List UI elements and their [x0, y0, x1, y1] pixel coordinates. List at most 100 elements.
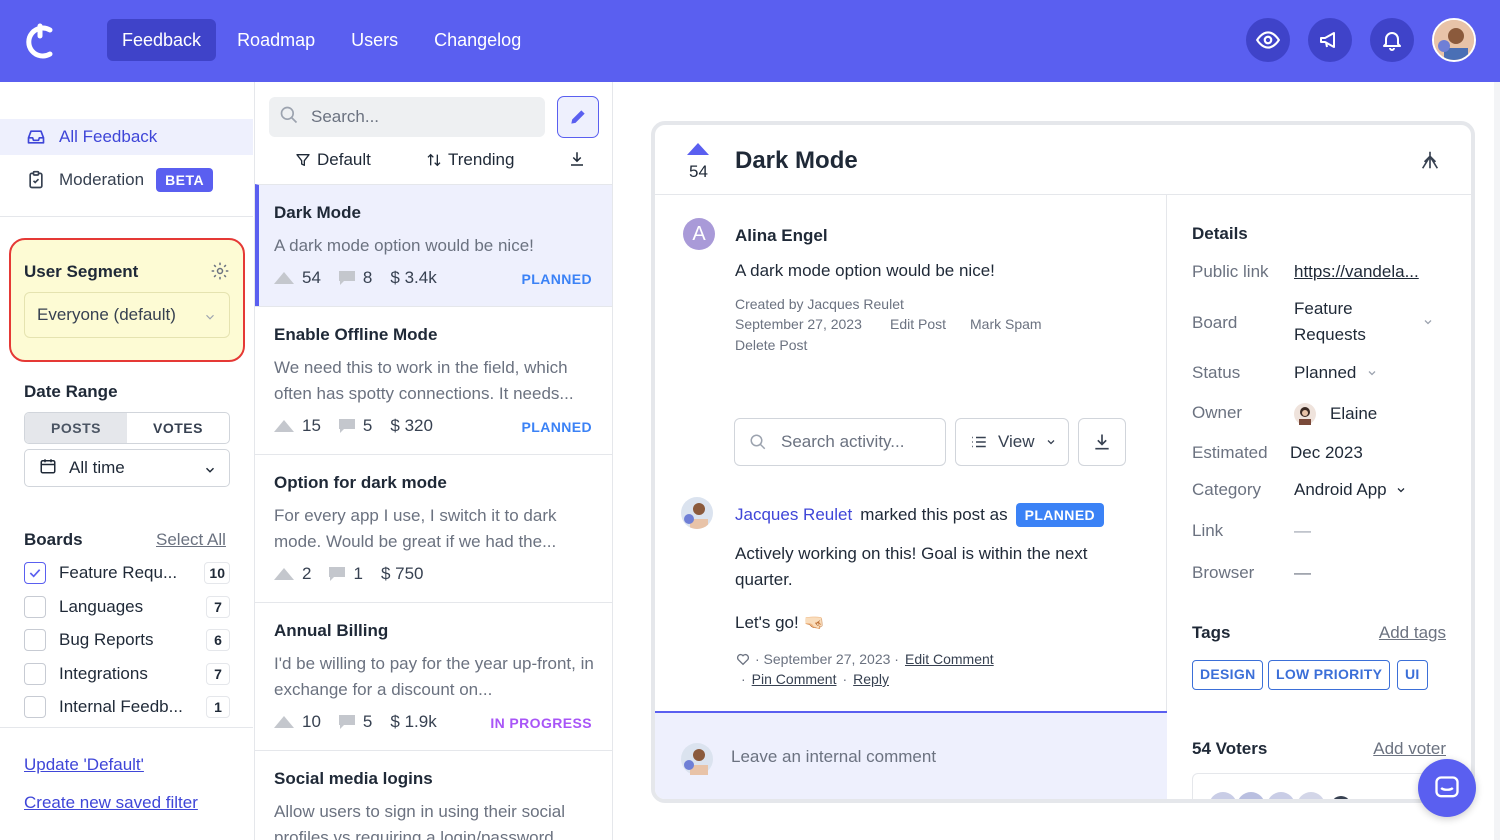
toggle-votes[interactable]: VOTES	[127, 413, 229, 443]
post-title: Dark Mode	[274, 203, 361, 222]
comments: 5	[338, 416, 372, 436]
search-activity-input[interactable]: Search activity...	[734, 418, 946, 466]
filter-default-button[interactable]: Default	[295, 150, 371, 170]
tag-ui[interactable]: UI	[1397, 660, 1428, 690]
post-list-item[interactable]: Option for dark mode For every app I use…	[255, 454, 612, 602]
search-input[interactable]: Search...	[269, 97, 545, 137]
select-all-link[interactable]: Select All	[156, 530, 226, 550]
created-by: Created by Jacques Reulet	[735, 296, 904, 312]
public-link-value[interactable]: https://vandela...	[1294, 262, 1419, 282]
voter-avatars	[1210, 792, 1349, 799]
board-filter-item[interactable]: Integrations 7	[24, 661, 230, 687]
board-filter-item[interactable]: Feature Requ... 10	[24, 560, 230, 586]
user-segment-select[interactable]: Everyone (default)	[24, 292, 230, 338]
export-button[interactable]	[568, 150, 586, 173]
board-filter-item[interactable]: Internal Feedb... 1	[24, 694, 230, 720]
board-value-line1: Feature	[1294, 299, 1353, 318]
voters-title: 54 Voters	[1192, 739, 1268, 758]
upvote-triangle-icon	[274, 716, 294, 728]
toggle-posts[interactable]: POSTS	[25, 413, 127, 443]
tag-low-priority[interactable]: LOW PRIORITY	[1268, 660, 1391, 690]
post-title: Annual Billing	[274, 621, 389, 640]
sidebar-item-all-feedback[interactable]: All Feedback	[0, 119, 253, 155]
filter-label: Default	[317, 150, 371, 169]
sort-label: Trending	[448, 150, 515, 169]
checkbox[interactable]	[24, 596, 46, 618]
sidebar-item-moderation[interactable]: Moderation BETA	[0, 162, 253, 198]
scrollbar[interactable]	[1494, 82, 1500, 840]
heart-icon[interactable]	[735, 651, 751, 667]
sort-trending-button[interactable]: Trending	[426, 150, 514, 170]
boards-title: Boards	[24, 530, 83, 549]
board-filter-item[interactable]: Bug Reports 6	[24, 627, 230, 653]
update-default-link[interactable]: Update 'Default'	[24, 755, 144, 775]
checkbox[interactable]	[24, 663, 46, 685]
chevron-down-icon	[1047, 440, 1054, 445]
detail-label: Board	[1192, 313, 1238, 332]
activity-entry: Jacques Reulet marked this post as PLANN…	[735, 503, 1105, 527]
merge-icon[interactable]	[1419, 149, 1441, 176]
tag-design[interactable]: DESIGN	[1192, 660, 1264, 690]
filter-icon	[296, 154, 310, 166]
post-body: A Alina Engel A dark mode option would b…	[655, 195, 1167, 799]
reply-link[interactable]: Reply	[853, 671, 889, 687]
add-voter-link[interactable]: Add voter	[1373, 739, 1446, 759]
voters-list[interactable]	[1192, 773, 1444, 799]
download-activity-button[interactable]	[1078, 418, 1126, 466]
edit-comment-link[interactable]: Edit Comment	[905, 651, 994, 667]
view-dropdown-button[interactable]: View	[955, 418, 1069, 466]
post-description: A dark mode option would be nice!	[274, 236, 534, 255]
owner-value: Elaine	[1294, 403, 1377, 425]
upvote-triangle-icon	[274, 568, 294, 580]
post-list-item[interactable]: Social media logins Allow users to sign …	[255, 750, 612, 840]
list-icon	[972, 436, 986, 448]
edit-post-link[interactable]: Edit Post	[890, 316, 946, 332]
browser-value: —	[1294, 563, 1311, 582]
detail-label: Link	[1192, 521, 1224, 540]
upvote-button[interactable]	[687, 142, 709, 160]
canny-logo-icon[interactable]	[24, 22, 60, 62]
nav-users[interactable]: Users	[336, 19, 413, 61]
nav-feedback[interactable]: Feedback	[107, 19, 217, 61]
upvote-triangle-icon	[274, 420, 294, 432]
detail-label: Owner	[1192, 403, 1243, 422]
chevron-down-icon	[203, 462, 217, 482]
checkbox[interactable]	[24, 696, 46, 718]
sort-arrows-icon	[427, 153, 441, 167]
activity-user-link[interactable]: Jacques Reulet	[735, 505, 852, 525]
search-icon	[750, 434, 766, 450]
post-list-item[interactable]: Dark Mode A dark mode option would be ni…	[255, 184, 612, 306]
internal-comment-box[interactable]: Leave an internal comment	[655, 711, 1167, 799]
date-range-value: All time	[69, 458, 125, 477]
add-tags-link[interactable]: Add tags	[1379, 623, 1446, 643]
status-value: Planned	[1294, 363, 1378, 383]
post-title: Social media logins	[274, 769, 433, 788]
nav-changelog[interactable]: Changelog	[419, 19, 536, 61]
post-title: Enable Offline Mode	[274, 325, 438, 344]
delete-post-link[interactable]: Delete Post	[735, 337, 807, 353]
post-list-item[interactable]: Annual Billing I'd be willing to pay for…	[255, 602, 612, 750]
notifications-button[interactable]	[1370, 18, 1414, 62]
author-avatar: A	[683, 218, 715, 250]
announcements-button[interactable]	[1308, 18, 1352, 62]
nav-roadmap[interactable]: Roadmap	[222, 19, 330, 61]
post-list-item[interactable]: Enable Offline Mode We need this to work…	[255, 306, 612, 454]
sort-bar: Default Trending	[255, 148, 613, 174]
board-filter-item[interactable]: Languages 7	[24, 594, 230, 620]
mrr: $ 1.9k	[390, 712, 437, 731]
pin-comment-link[interactable]: Pin Comment	[752, 671, 837, 687]
checkbox[interactable]	[24, 629, 46, 651]
date-range-select[interactable]: All time	[24, 449, 230, 487]
author-name[interactable]: Alina Engel	[735, 226, 828, 246]
gear-icon[interactable]	[210, 261, 230, 286]
mark-spam-link[interactable]: Mark Spam	[970, 316, 1042, 332]
detail-board[interactable]: Board Feature Requests	[1192, 299, 1452, 351]
create-saved-filter-link[interactable]: Create new saved filter	[24, 793, 198, 813]
detail-label: Estimated	[1192, 443, 1268, 462]
view-as-button[interactable]	[1246, 18, 1290, 62]
user-avatar[interactable]	[1432, 18, 1476, 62]
chat-support-button[interactable]	[1418, 759, 1476, 817]
checkbox-checked[interactable]	[24, 562, 46, 584]
create-post-button[interactable]	[557, 96, 599, 138]
view-label: View	[998, 432, 1035, 451]
